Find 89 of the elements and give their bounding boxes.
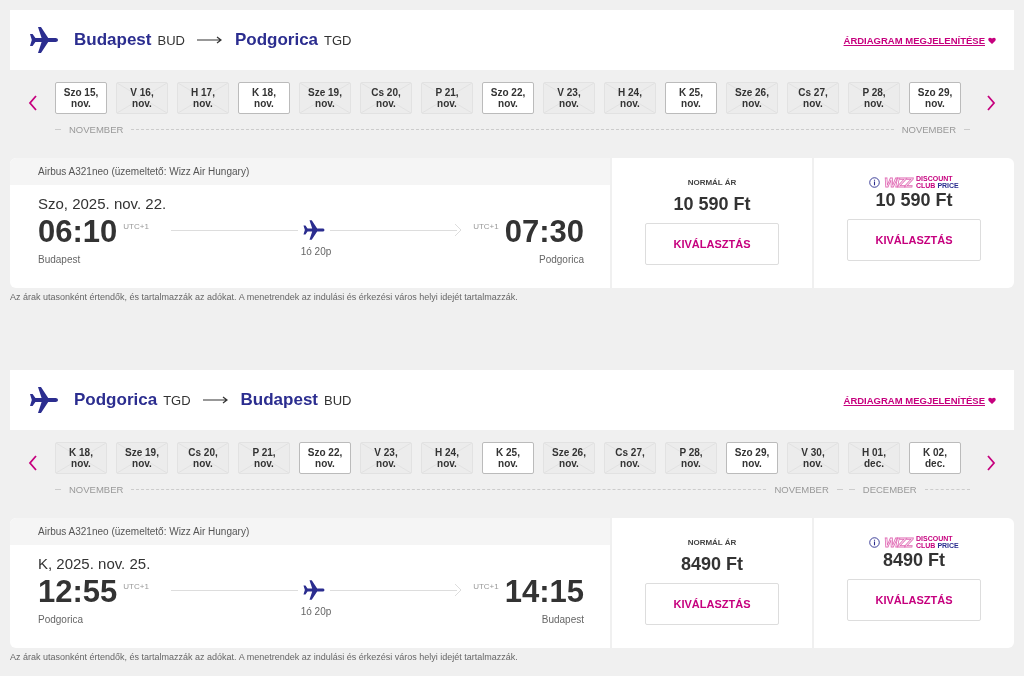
flight-duration: 1ó 20p [300,246,332,257]
date-chip[interactable]: Szo 22, nov. [482,82,534,114]
airplane-icon [302,578,326,602]
date-chip[interactable]: P 21, nov. [421,82,473,114]
arrowhead-icon [455,584,462,596]
fare-price: 8490 Ft [680,554,743,575]
date-chip[interactable]: V 16, nov. [116,82,168,114]
destination-city: Podgorica [234,30,319,50]
price-chart-link[interactable]: ÁRDIAGRAM MEGJELENÍTÉSE [843,34,985,46]
departure-time: 06:10 [38,214,118,250]
select-button[interactable]: KIVÁLASZTÁS [847,219,981,261]
origin-city: Budapest [74,30,152,50]
destination-city: Budapest [240,390,319,410]
date-chip[interactable]: Cs 27, nov. [787,82,839,114]
date-chip[interactable]: P 28, nov. [665,442,717,474]
arrival-time: 14:15 [504,574,584,610]
brand-logo: WIZZ [884,174,912,190]
info-icon[interactable] [869,176,881,188]
date-chip[interactable]: Szo 29, nov. [726,442,778,474]
aircraft-info: Airbus A321neo (üzemeltető: Wizz Air Hungary) [10,518,610,545]
date-chip[interactable]: Cs 20, nov. [177,442,229,474]
date-chip[interactable]: Cs 27, nov. [604,442,656,474]
arrival-time: 07:30 [504,214,584,250]
select-button[interactable]: KIVÁLASZTÁS [847,579,981,621]
heart-icon [988,36,996,44]
date-chip[interactable]: Szo 29, nov. [909,82,961,114]
timezone: UTC+1 [123,222,149,231]
timezone: UTC+1 [123,582,149,591]
price-note: Az árak utasonként értendők, és tartalmazzák az adókat. A menetrendek az indulási és érkezési város helyi idejét tartalmazzák. [10,652,519,662]
date-chip[interactable]: K 02, dec. [909,442,961,474]
origin-code: BUD [157,32,185,48]
month-label: NOVEMBER [901,124,956,135]
date-chip[interactable]: K 18, nov. [55,442,107,474]
flight-date: Szo, 2025. nov. 22. [38,195,168,212]
price-chart-link[interactable]: ÁRDIAGRAM MEGJELENÍTÉSE [843,394,985,406]
month-label: NOVEMBER [69,484,124,495]
select-button[interactable]: KIVÁLASZTÁS [645,583,779,625]
fare-price: 10 590 Ft [673,194,751,215]
brand-logo: WIZZ [884,534,912,550]
date-chip[interactable]: K 25, nov. [482,442,534,474]
airplane-icon [302,218,326,242]
date-chip[interactable]: V 23, nov. [543,82,595,114]
date-chip[interactable]: Sze 26, nov. [726,82,778,114]
date-chip[interactable]: V 23, nov. [360,442,412,474]
flight-date: K, 2025. nov. 25. [38,555,152,572]
date-chip[interactable]: K 18, nov. [238,82,290,114]
arrival-city: Budapest [541,614,584,625]
airplane-icon [28,384,60,416]
date-chip[interactable]: Cs 20, nov. [360,82,412,114]
select-button[interactable]: KIVÁLASZTÁS [645,223,779,265]
fare-label: NORMÁL ÁR [687,538,737,549]
heart-icon [988,396,996,404]
date-chip[interactable]: H 17, nov. [177,82,229,114]
date-chip[interactable]: Sze 19, nov. [116,442,168,474]
departure-city: Budapest [38,254,82,265]
timezone: UTC+1 [473,582,499,591]
destination-code: BUD [324,392,352,408]
date-chip[interactable]: H 24, nov. [604,82,656,114]
date-chip[interactable]: Szo 22, nov. [299,442,351,474]
fare-price: 8490 Ft [882,550,945,571]
date-chip[interactable]: Sze 26, nov. [543,442,595,474]
departure-city: Podgorica [38,614,85,625]
price-note: Az árak utasonként értendők, és tartalmazzák az adókat. A menetrendek az indulási és érkezési város helyi idejét tartalmazzák. [10,292,519,302]
flight-duration: 1ó 20p [300,606,332,617]
fare-label: NORMÁL ÁR [687,178,737,189]
arrow-icon [202,396,229,404]
date-chip[interactable]: Sze 19, nov. [299,82,351,114]
date-chip[interactable]: K 25, nov. [665,82,717,114]
arrow-icon [196,36,223,44]
month-label: NOVEMBER [774,484,829,495]
origin-code: TGD [163,392,191,408]
date-chip[interactable]: H 01, dec. [848,442,900,474]
info-icon[interactable] [869,536,881,548]
date-chip[interactable]: Szo 15, nov. [55,82,107,114]
timezone: UTC+1 [473,222,499,231]
month-label: NOVEMBER [69,124,124,135]
aircraft-info: Airbus A321neo (üzemeltető: Wizz Air Hungary) [10,158,610,185]
arrowhead-icon [455,224,462,236]
departure-time: 12:55 [38,574,118,610]
date-chip[interactable]: V 30, nov. [787,442,839,474]
origin-city: Podgorica [74,390,158,410]
arrival-city: Podgorica [538,254,584,265]
date-chip[interactable]: P 28, nov. [848,82,900,114]
month-label: DECEMBER [862,484,917,495]
fare-price: 10 590 Ft [875,190,953,211]
date-chip[interactable]: H 24, nov. [421,442,473,474]
airplane-icon [28,24,60,56]
date-chip[interactable]: P 21, nov. [238,442,290,474]
destination-code: TGD [324,32,352,48]
